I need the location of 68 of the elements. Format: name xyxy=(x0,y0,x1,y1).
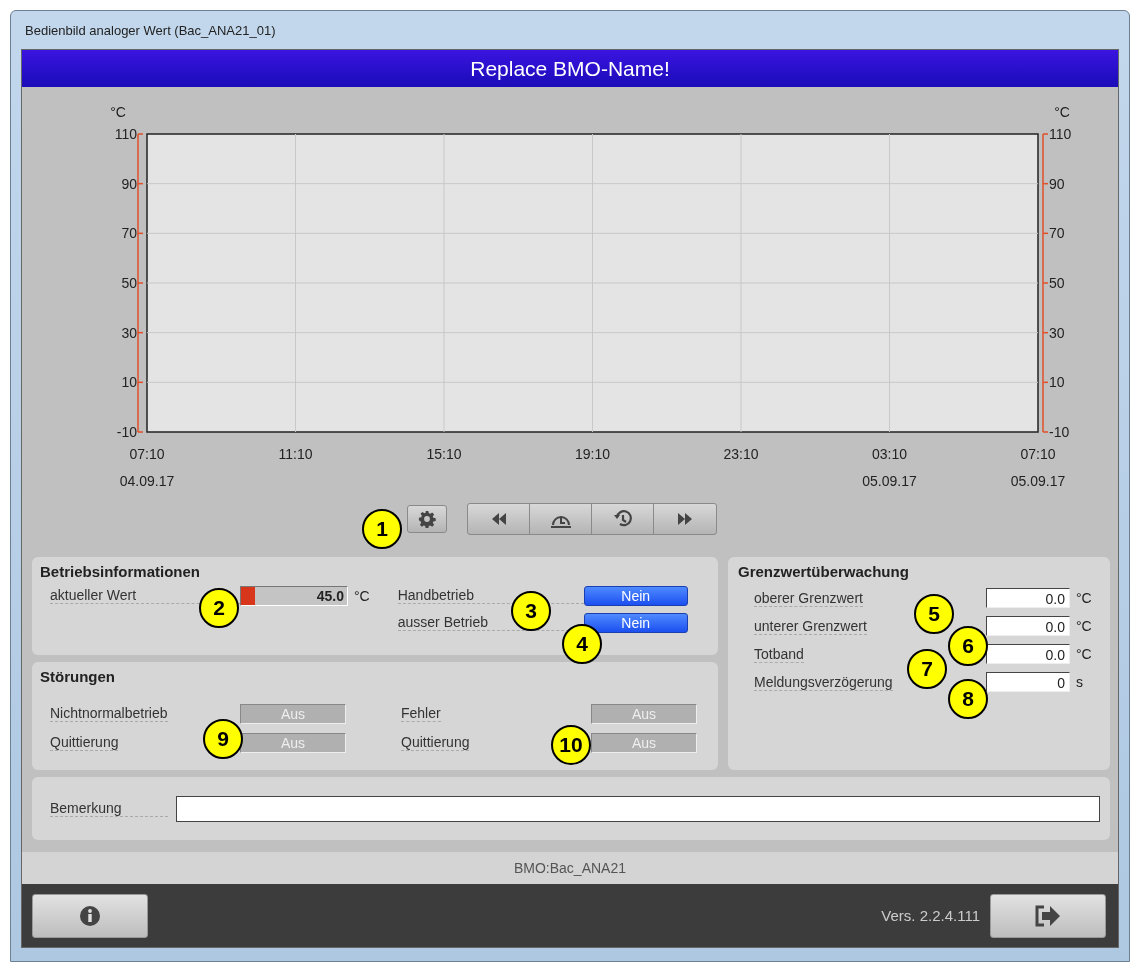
field-label: Bemerkung xyxy=(50,800,168,817)
exit-button[interactable] xyxy=(990,893,1106,938)
unit-label: °C xyxy=(354,587,370,604)
version-text: Vers. 2.2.4.111 xyxy=(881,907,980,924)
fast-forward-icon xyxy=(677,513,693,525)
field-label: Nichtnormalbetrieb xyxy=(50,705,168,722)
field-label: Quittierung xyxy=(50,734,119,751)
panel-title: Grenzwertüberwachung xyxy=(738,563,910,580)
rewind-icon xyxy=(490,513,507,525)
unit-label: °C xyxy=(1076,646,1092,662)
date-label: 05.09.17 xyxy=(862,473,917,489)
axis-unit: °C xyxy=(110,104,126,120)
input-field[interactable]: 0 xyxy=(986,672,1070,692)
y-tick-label: 90 xyxy=(1049,175,1065,192)
x-tick-label: 07:10 xyxy=(129,446,165,462)
toggle-button[interactable]: Nein xyxy=(583,585,688,606)
toggle-button[interactable]: Nein xyxy=(583,612,688,633)
unit-label: s xyxy=(1076,674,1083,690)
y-tick-label: 70 xyxy=(121,225,137,242)
y-tick-label: 50 xyxy=(1049,275,1065,291)
remark-field[interactable] xyxy=(176,795,1100,822)
y-tick-label: 90 xyxy=(121,175,137,192)
x-tick-label: 15:10 xyxy=(426,446,462,462)
date-label: 04.09.17 xyxy=(119,473,175,489)
input-field[interactable]: 0.0 xyxy=(986,588,1070,608)
field-label: Fehler xyxy=(401,705,441,722)
x-tick-label: 07:10 xyxy=(1020,446,1056,462)
y-tick-label: 10 xyxy=(121,374,137,391)
x-tick-label: 23:10 xyxy=(723,446,759,462)
info-button[interactable] xyxy=(32,893,148,938)
window-title: Bedienbild analoger Wert (Bac_ANA21_01) xyxy=(25,22,276,38)
field-label: Meldungsverzögerung xyxy=(754,673,893,691)
exit-icon xyxy=(1034,904,1062,927)
settings-icon xyxy=(418,510,436,528)
status-text: BMO:Bac_ANA21 xyxy=(513,860,627,876)
field-label: Quittierung xyxy=(401,734,470,751)
y-tick-label: 50 xyxy=(121,275,137,291)
value-text: 45.0 xyxy=(316,586,344,605)
settings-button[interactable] xyxy=(407,505,447,533)
status-indicator: Aus xyxy=(591,732,697,753)
field-label: oberer Grenzwert xyxy=(754,589,863,607)
x-tick-label: 03:10 xyxy=(872,446,907,462)
x-tick-label: 19:10 xyxy=(575,446,610,462)
input-field[interactable]: 0.0 xyxy=(986,644,1070,664)
status-indicator: Aus xyxy=(240,732,346,753)
y-tick-label: 70 xyxy=(1049,225,1065,242)
y-tick-label: -10 xyxy=(116,424,137,440)
unit-label: °C xyxy=(1076,618,1092,634)
field-label: Totband xyxy=(754,645,804,663)
y-tick-label: 30 xyxy=(121,324,137,341)
y-tick-label: 10 xyxy=(1049,374,1065,391)
history-icon xyxy=(612,509,633,529)
field-label: unterer Grenzwert xyxy=(754,617,867,635)
panel-title: Störungen xyxy=(40,668,116,685)
axis-unit: °C xyxy=(1054,104,1070,120)
status-indicator: Aus xyxy=(240,703,346,724)
unit-label: °C xyxy=(1076,590,1092,606)
input-field[interactable]: 0.0 xyxy=(986,616,1070,636)
y-tick-label: 30 xyxy=(1049,324,1065,341)
x-tick-label: 11:10 xyxy=(278,446,313,462)
y-tick-label: 110 xyxy=(114,126,137,142)
y-tick-label: 110 xyxy=(1049,126,1072,142)
panel-title: Betriebsinformationen xyxy=(40,563,202,580)
info-icon xyxy=(79,904,101,927)
y-tick-label: -10 xyxy=(1049,424,1070,440)
date-label: 05.09.17 xyxy=(1010,473,1066,489)
header-title: Replace BMO-Name! xyxy=(470,56,670,81)
status-indicator: Aus xyxy=(591,703,697,724)
